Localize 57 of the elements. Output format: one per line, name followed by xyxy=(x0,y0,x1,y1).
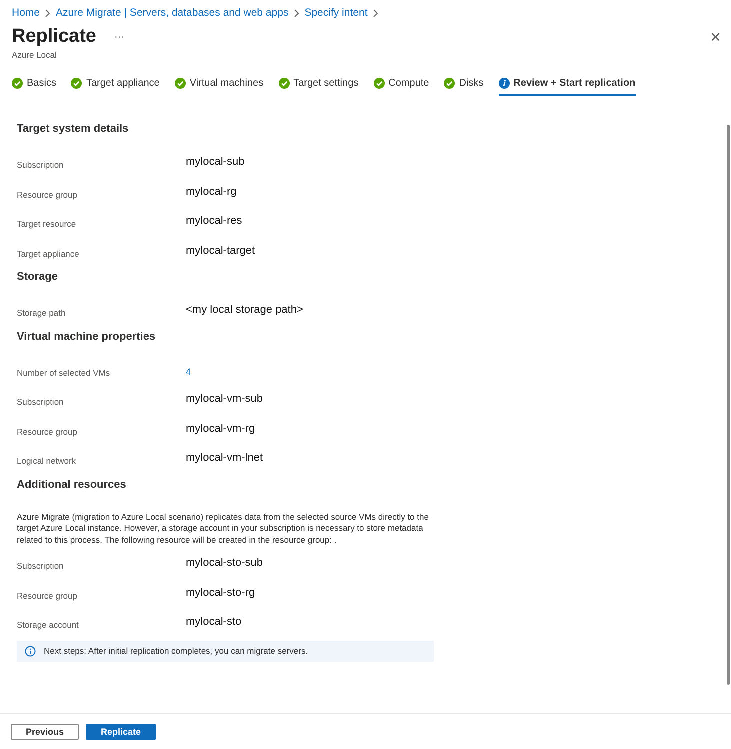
field-value: mylocal-vm-sub xyxy=(186,392,264,405)
field-value: mylocal-sub xyxy=(186,155,245,168)
field-value: mylocal-res xyxy=(186,214,242,227)
close-button[interactable]: × xyxy=(708,28,723,46)
section-heading: Virtual machine properties xyxy=(17,330,157,344)
info-text: Next steps: After initial replication completes, you can migrate servers. xyxy=(44,646,308,656)
field-value: mylocal-vm-lnet xyxy=(186,451,264,464)
check-circle-icon xyxy=(174,78,186,89)
field-label: Subscription xyxy=(17,159,65,170)
section-heading: Storage xyxy=(17,271,59,285)
wizard-step[interactable]: Compute xyxy=(374,78,430,96)
more-button[interactable]: ··· xyxy=(110,32,128,42)
wizard-step[interactable]: Review + Start replication xyxy=(498,78,636,96)
field-label: Number of selected VMs xyxy=(17,366,112,378)
field-label: Logical network xyxy=(17,455,78,466)
field-label: Storage account xyxy=(17,619,80,630)
field-value: mylocal-sto-rg xyxy=(186,586,256,598)
field-label: Subscription xyxy=(17,560,65,571)
wizard-step[interactable]: Target settings xyxy=(278,78,359,96)
previous-button[interactable]: Previous xyxy=(11,724,80,740)
field-label: Target resource xyxy=(17,218,78,229)
wizard-step[interactable]: Target appliance xyxy=(71,78,160,96)
chevron-right-icon xyxy=(294,8,300,18)
section-heading: Additional resources xyxy=(17,478,128,492)
info-circle-icon xyxy=(498,78,510,89)
check-circle-icon xyxy=(71,78,82,89)
field-value: mylocal-target xyxy=(186,244,256,256)
wizard-step[interactable]: Disks xyxy=(444,78,484,96)
breadcrumb-link[interactable]: Azure Migrate | Servers, databases and web apps xyxy=(56,7,289,19)
replicate-button[interactable]: Replicate xyxy=(86,724,156,740)
info-icon xyxy=(25,646,36,656)
wizard-step[interactable]: Virtual machines xyxy=(174,78,264,96)
field-label: Storage path xyxy=(17,307,67,318)
field-value: mylocal-rg xyxy=(186,184,237,198)
page-title: Replicate xyxy=(12,26,96,48)
vm-count-link[interactable]: 4 xyxy=(186,360,192,376)
check-circle-icon xyxy=(278,78,290,89)
check-circle-icon xyxy=(374,78,385,89)
field-label: Target appliance xyxy=(17,248,80,258)
chevron-right-icon xyxy=(372,8,379,18)
chevron-right-icon xyxy=(45,8,52,18)
field-label: Resource group xyxy=(17,188,78,200)
section-heading: Target system details xyxy=(17,123,130,137)
field-value: <my local storage path> xyxy=(186,303,304,316)
field-value: mylocal-vm-rg xyxy=(186,422,256,434)
check-circle-icon xyxy=(12,78,23,89)
description-text: Azure Migrate (migration to Azure Local scenario) replicates data from the selected source VMs directly to the target Azure Local instance. However, a storage account in your subscription is necessary to store metadata related to this process. The following resource will be created in the resource group: . xyxy=(17,512,430,546)
field-label: Subscription xyxy=(17,396,65,407)
page-subtitle: Azure Local xyxy=(12,50,58,60)
breadcrumb-link[interactable]: Home xyxy=(12,7,40,19)
breadcrumb-link[interactable]: Specify intent xyxy=(304,7,368,19)
check-circle-icon xyxy=(444,78,456,89)
field-label: Resource group xyxy=(17,426,78,436)
field-value: mylocal-sto-sub xyxy=(186,556,264,569)
field-value: mylocal-sto xyxy=(186,615,242,628)
wizard-step[interactable]: Basics xyxy=(12,78,56,96)
field-label: Resource group xyxy=(17,590,78,600)
